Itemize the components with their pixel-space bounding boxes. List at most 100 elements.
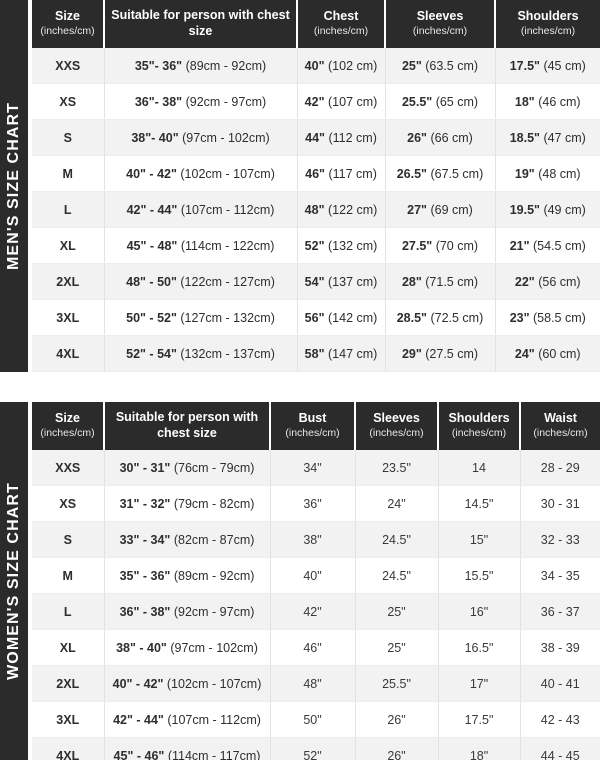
mens-cell-chest: 46" (117 cm) <box>297 155 386 193</box>
table-row: S 38"- 40" (97cm - 102cm) 44" (112 cm) 26" … <box>32 119 600 157</box>
mens-cell-chest: 52" (132 cm) <box>297 227 386 265</box>
mens-cell-chest: 44" (112 cm) <box>297 119 386 157</box>
womens-cell-size: S <box>32 521 105 559</box>
womens-cell-sleeves: 23.5" <box>355 450 439 487</box>
table-row: 2XL 40" - 42" (102cm - 107cm) 48" 25.5" 17" 4… <box>32 665 600 703</box>
mens-cell-sleeves: 27" (69 cm) <box>385 191 496 229</box>
mens-cell-sleeves: 25.5" (65 cm) <box>385 83 496 121</box>
mens-cell-shoulders: 17.5" (45 cm) <box>495 48 600 85</box>
womens-size-chart: WOMEN'S SIZE CHART Size (inches/cm) Suit… <box>0 402 600 760</box>
womens-cell-sleeves: 25" <box>355 629 439 667</box>
womens-col-header-waist: Waist (inches/cm) <box>520 402 600 451</box>
womens-col-label-bust: Bust <box>298 410 327 425</box>
mens-col-label-size: Size <box>54 8 80 23</box>
womens-cell-suitable: 42" - 44" (107cm - 112cm) <box>104 701 271 739</box>
womens-cell-waist: 36 - 37 <box>520 593 600 631</box>
womens-col-header-bust: Bust (inches/cm) <box>270 402 356 451</box>
table-row: 3XL 50" - 52" (127cm - 132cm) 56" (142 cm)… <box>32 299 600 337</box>
chart-separator <box>0 372 600 402</box>
table-row: XL 45" - 48" (114cm - 122cm) 52" (132 cm) 2… <box>32 227 600 265</box>
mens-cell-shoulders: 24" (60 cm) <box>495 335 600 372</box>
mens-col-header-suitable: Suitable for person with chest size <box>104 0 298 49</box>
mens-cell-sleeves: 26.5" (67.5 cm) <box>385 155 496 193</box>
womens-cell-size: XXS <box>32 450 105 487</box>
womens-cell-suitable: 30" - 31" (76cm - 79cm) <box>104 450 271 487</box>
mens-col-header-shoulders: Shoulders (inches/cm) <box>495 0 600 49</box>
table-row: 4XL 45" - 46" (114cm - 117cm) 52" 26" 18" 44 … <box>32 737 600 760</box>
mens-col-label-shoulders: Shoulders <box>517 8 579 23</box>
mens-col-label-sleeves: Sleeves <box>416 8 464 23</box>
mens-col-unit-shoulders: (inches/cm) <box>520 25 576 38</box>
womens-cell-bust: 52" <box>270 737 356 760</box>
womens-cell-waist: 44 - 45 <box>520 737 600 760</box>
womens-cell-shoulders: 15" <box>438 521 521 559</box>
mens-cell-suitable: 40" - 42" (102cm - 107cm) <box>104 155 298 193</box>
womens-cell-waist: 28 - 29 <box>520 450 600 487</box>
womens-cell-shoulders: 18" <box>438 737 521 760</box>
mens-cell-size: 4XL <box>32 335 105 372</box>
womens-cell-shoulders: 16" <box>438 593 521 631</box>
mens-col-label-chest: Chest <box>323 8 359 23</box>
womens-col-unit-sleeves: (inches/cm) <box>369 427 424 440</box>
mens-cell-shoulders: 19.5" (49 cm) <box>495 191 600 229</box>
mens-size-chart: MEN'S SIZE CHART Size (inches/cm) Suitab… <box>0 0 600 372</box>
mens-cell-chest: 58" (147 cm) <box>297 335 386 372</box>
mens-cell-chest: 42" (107 cm) <box>297 83 386 121</box>
womens-cell-shoulders: 17.5" <box>438 701 521 739</box>
womens-cell-bust: 46" <box>270 629 356 667</box>
womens-col-header-sleeves: Sleeves (inches/cm) <box>355 402 439 451</box>
womens-cell-waist: 34 - 35 <box>520 557 600 595</box>
mens-cell-suitable: 50" - 52" (127cm - 132cm) <box>104 299 298 337</box>
womens-cell-suitable: 45" - 46" (114cm - 117cm) <box>104 737 271 760</box>
mens-table-header-row: Size (inches/cm) Suitable for person wit… <box>32 0 600 49</box>
womens-col-header-size: Size (inches/cm) <box>32 402 105 451</box>
womens-cell-waist: 38 - 39 <box>520 629 600 667</box>
womens-cell-shoulders: 14 <box>438 450 521 487</box>
table-row: XXS 35"- 36" (89cm - 92cm) 40" (102 cm) 25"… <box>32 48 600 85</box>
womens-cell-bust: 42" <box>270 593 356 631</box>
womens-cell-sleeves: 26" <box>355 701 439 739</box>
mens-cell-sleeves: 25" (63.5 cm) <box>385 48 496 85</box>
mens-cell-suitable: 48" - 50" (122cm - 127cm) <box>104 263 298 301</box>
womens-cell-shoulders: 15.5" <box>438 557 521 595</box>
womens-chart-title-bar: WOMEN'S SIZE CHART <box>0 402 28 760</box>
mens-table-wrapper: Size (inches/cm) Suitable for person wit… <box>32 0 600 372</box>
womens-cell-suitable: 35" - 36" (89cm - 92cm) <box>104 557 271 595</box>
womens-cell-shoulders: 16.5" <box>438 629 521 667</box>
womens-col-label-size: Size <box>54 410 80 425</box>
womens-col-label-waist: Waist <box>544 410 577 425</box>
womens-cell-sleeves: 26" <box>355 737 439 760</box>
mens-cell-size: 2XL <box>32 263 105 301</box>
womens-cell-size: L <box>32 593 105 631</box>
mens-cell-size: M <box>32 155 105 193</box>
mens-size-table: Size (inches/cm) Suitable for person wit… <box>32 0 600 372</box>
mens-cell-suitable: 45" - 48" (114cm - 122cm) <box>104 227 298 265</box>
mens-cell-suitable: 52" - 54" (132cm - 137cm) <box>104 335 298 372</box>
womens-col-label-sleeves: Sleeves <box>373 410 420 425</box>
mens-chart-title: MEN'S SIZE CHART <box>5 101 22 271</box>
womens-cell-bust: 36" <box>270 485 356 523</box>
womens-col-unit-size: (inches/cm) <box>40 427 95 440</box>
womens-col-unit-bust: (inches/cm) <box>285 427 340 440</box>
mens-col-unit-chest: (inches/cm) <box>313 25 369 38</box>
mens-cell-sleeves: 29" (27.5 cm) <box>385 335 496 372</box>
mens-cell-chest: 56" (142 cm) <box>297 299 386 337</box>
mens-cell-suitable: 35"- 36" (89cm - 92cm) <box>104 48 298 85</box>
womens-cell-size: M <box>32 557 105 595</box>
mens-cell-size: XS <box>32 83 105 121</box>
womens-cell-size: 2XL <box>32 665 105 703</box>
womens-cell-bust: 48" <box>270 665 356 703</box>
womens-cell-waist: 30 - 31 <box>520 485 600 523</box>
mens-cell-sleeves: 27.5" (70 cm) <box>385 227 496 265</box>
womens-chart-title: WOMEN'S SIZE CHART <box>5 482 22 680</box>
mens-cell-size: 3XL <box>32 299 105 337</box>
womens-cell-bust: 50" <box>270 701 356 739</box>
womens-cell-suitable: 33" - 34" (82cm - 87cm) <box>104 521 271 559</box>
womens-col-header-suitable: Suitable for person with chest size <box>104 402 271 451</box>
womens-cell-sleeves: 24" <box>355 485 439 523</box>
womens-cell-shoulders: 17" <box>438 665 521 703</box>
mens-cell-shoulders: 18.5" (47 cm) <box>495 119 600 157</box>
womens-table-header-row: Size (inches/cm) Suitable for person wit… <box>32 402 600 451</box>
mens-cell-sleeves: 26" (66 cm) <box>385 119 496 157</box>
womens-col-label-suitable: Suitable for person with chest size <box>115 410 259 440</box>
